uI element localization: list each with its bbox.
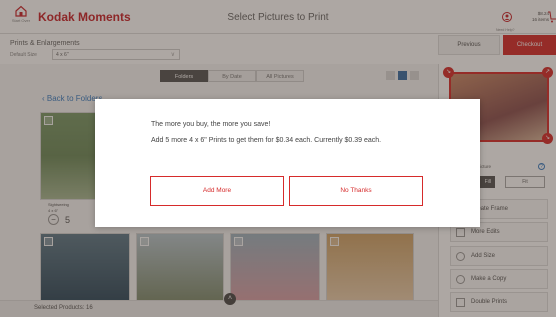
- no-thanks-button[interactable]: No Thanks: [289, 176, 423, 206]
- upsell-dialog: The more you buy, the more you save! Add…: [95, 99, 480, 227]
- add-more-button[interactable]: Add More: [150, 176, 284, 206]
- upsell-message: Add 5 more 4 x 6" Prints to get them for…: [151, 137, 382, 144]
- upsell-headline: The more you buy, the more you save!: [151, 121, 271, 128]
